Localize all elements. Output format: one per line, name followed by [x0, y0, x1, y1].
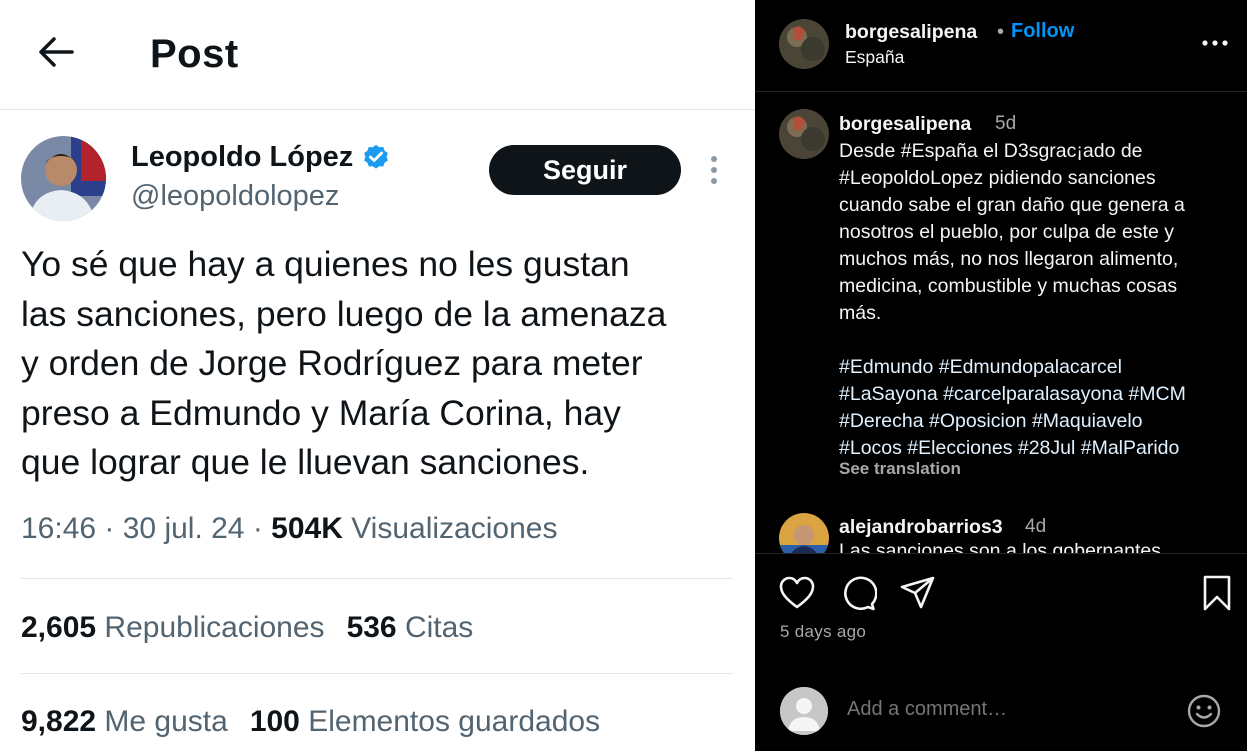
caption-line: cuando sabe el gran daño que genera a — [839, 194, 1185, 216]
tweet-text-line: Yo sé que hay a quienes no les gustan — [21, 244, 630, 284]
post-date[interactable]: 5 days ago — [780, 622, 866, 642]
follow-button[interactable]: Follow — [1011, 20, 1074, 43]
tweet-text-line: y orden de Jorge Rodríguez para meter — [21, 343, 643, 383]
quotes-stat[interactable]: 536 Citas — [347, 611, 474, 644]
likes-count: 9,822 — [21, 705, 97, 738]
reply-text: Las sanciones son a los gobernantes — [839, 540, 1161, 553]
caption-line: muchos más, no nos llegaron alimento, — [839, 248, 1179, 270]
reply-time: 4d — [1025, 516, 1047, 537]
divider — [21, 578, 733, 579]
comment-input[interactable] — [847, 698, 1167, 721]
reply-username[interactable]: alejandrobarrios3 — [839, 516, 1003, 539]
views-count: 504K — [271, 512, 343, 545]
caption-username[interactable]: borgesalipena — [839, 113, 971, 136]
author-username[interactable]: borgesalipena — [845, 21, 977, 44]
tweet-text-line: que lograr que le lluevan sanciones. — [21, 442, 590, 482]
author-avatar[interactable] — [21, 136, 106, 221]
caption-line: nosotros el pueblo, por culpa de este y — [839, 221, 1174, 243]
instagram-post-panel: borgesalipena • Follow España borgesalip… — [755, 0, 1247, 751]
separator-dot: • — [997, 21, 1005, 43]
caption-time: 5d — [995, 113, 1017, 134]
author-avatar[interactable] — [779, 19, 829, 69]
caption-author-avatar[interactable] — [779, 109, 829, 159]
comment-bubble-icon[interactable] — [839, 574, 877, 612]
caption-hashtags-line[interactable]: #Edmundo #Edmundopalacarcel — [839, 354, 1239, 381]
share-paper-plane-icon[interactable] — [899, 574, 937, 612]
back-arrow-icon[interactable] — [34, 30, 78, 74]
reply-author-avatar[interactable] — [779, 513, 829, 553]
caption-line: Desde #España el D3sgrac¡ado de — [839, 140, 1143, 162]
reposts-count: 2,605 — [21, 611, 97, 644]
caption-hashtags-line[interactable]: #Locos #Elecciones #28Jul #MalParido — [839, 435, 1239, 462]
bookmark-save-icon[interactable] — [1198, 574, 1236, 612]
caption-text: Desde #España el D3sgrac¡ado de #Leopold… — [839, 138, 1239, 462]
author-handle[interactable]: @leopoldolopez — [131, 180, 339, 213]
post-header: Post — [0, 0, 755, 110]
caption-hashtags-line[interactable]: #LaSayona #carcelparalasayona #MCM — [839, 381, 1239, 408]
bookmarks-stat[interactable]: 100 Elementos guardados — [250, 705, 600, 738]
reposts-stat[interactable]: 2,605 Republicaciones — [21, 611, 325, 644]
more-options-icon[interactable] — [700, 150, 728, 190]
tweet-timestamp[interactable]: 16:46 · 30 jul. 24 · — [21, 512, 271, 545]
likes-label: Me gusta — [96, 705, 228, 738]
tweet-screenshot: Post Leopoldo López @leopoldolopez Segui… — [0, 0, 755, 751]
post-header: borgesalipena • Follow España — [755, 0, 1247, 92]
reposts-label: Republicaciones — [96, 611, 325, 644]
caption-line — [839, 327, 1239, 354]
divider — [21, 673, 733, 674]
page-title: Post — [150, 32, 239, 76]
follow-button[interactable]: Seguir — [489, 145, 681, 195]
views-label: Visualizaciones — [342, 512, 558, 545]
caption-line: #LeopoldoLopez pidiendo sanciones — [839, 167, 1156, 189]
tweet-text-line: preso a Edmundo y María Corina, hay — [21, 392, 621, 433]
caption-line: medicina, combustible y muchas cosas — [839, 275, 1178, 297]
see-translation-link[interactable]: See translation — [839, 459, 961, 479]
bookmarks-label: Elementos guardados — [299, 705, 601, 738]
tweet-metadata: 16:46 · 30 jul. 24 · 504K Visualizacione… — [21, 512, 557, 546]
quotes-count: 536 — [346, 611, 397, 644]
post-actions-bar: 5 days ago — [755, 553, 1247, 678]
tweet-text: Yo sé que hay a quienes no les gustan la… — [21, 240, 741, 488]
likes-stat[interactable]: 9,822 Me gusta — [21, 705, 228, 738]
tweet-text-line: las sanciones, pero luego de la amenaza — [21, 293, 667, 334]
add-comment-bar — [755, 678, 1247, 751]
more-options-icon[interactable] — [1201, 36, 1229, 50]
post-location[interactable]: España — [845, 47, 904, 68]
bookmarks-count: 100 — [249, 705, 300, 738]
verified-badge-icon — [364, 144, 389, 169]
engagement-stats-row: 2,605 Republicaciones 536 Citas — [21, 611, 473, 645]
caption-line: más. — [839, 302, 882, 324]
author-name-text[interactable]: Leopoldo López — [131, 141, 353, 174]
current-user-avatar — [780, 687, 828, 735]
emoji-picker-icon[interactable] — [1185, 692, 1223, 730]
comments-section[interactable]: borgesalipena 5d Desde #España el D3sgra… — [755, 93, 1247, 553]
like-heart-icon[interactable] — [778, 574, 816, 612]
quotes-label: Citas — [396, 611, 474, 644]
author-name[interactable]: Leopoldo López — [131, 141, 391, 174]
engagement-stats-row: 9,822 Me gusta 100 Elementos guardados — [21, 705, 600, 739]
caption-hashtags-line[interactable]: #Derecha #Oposicion #Maquiavelo — [839, 408, 1239, 435]
